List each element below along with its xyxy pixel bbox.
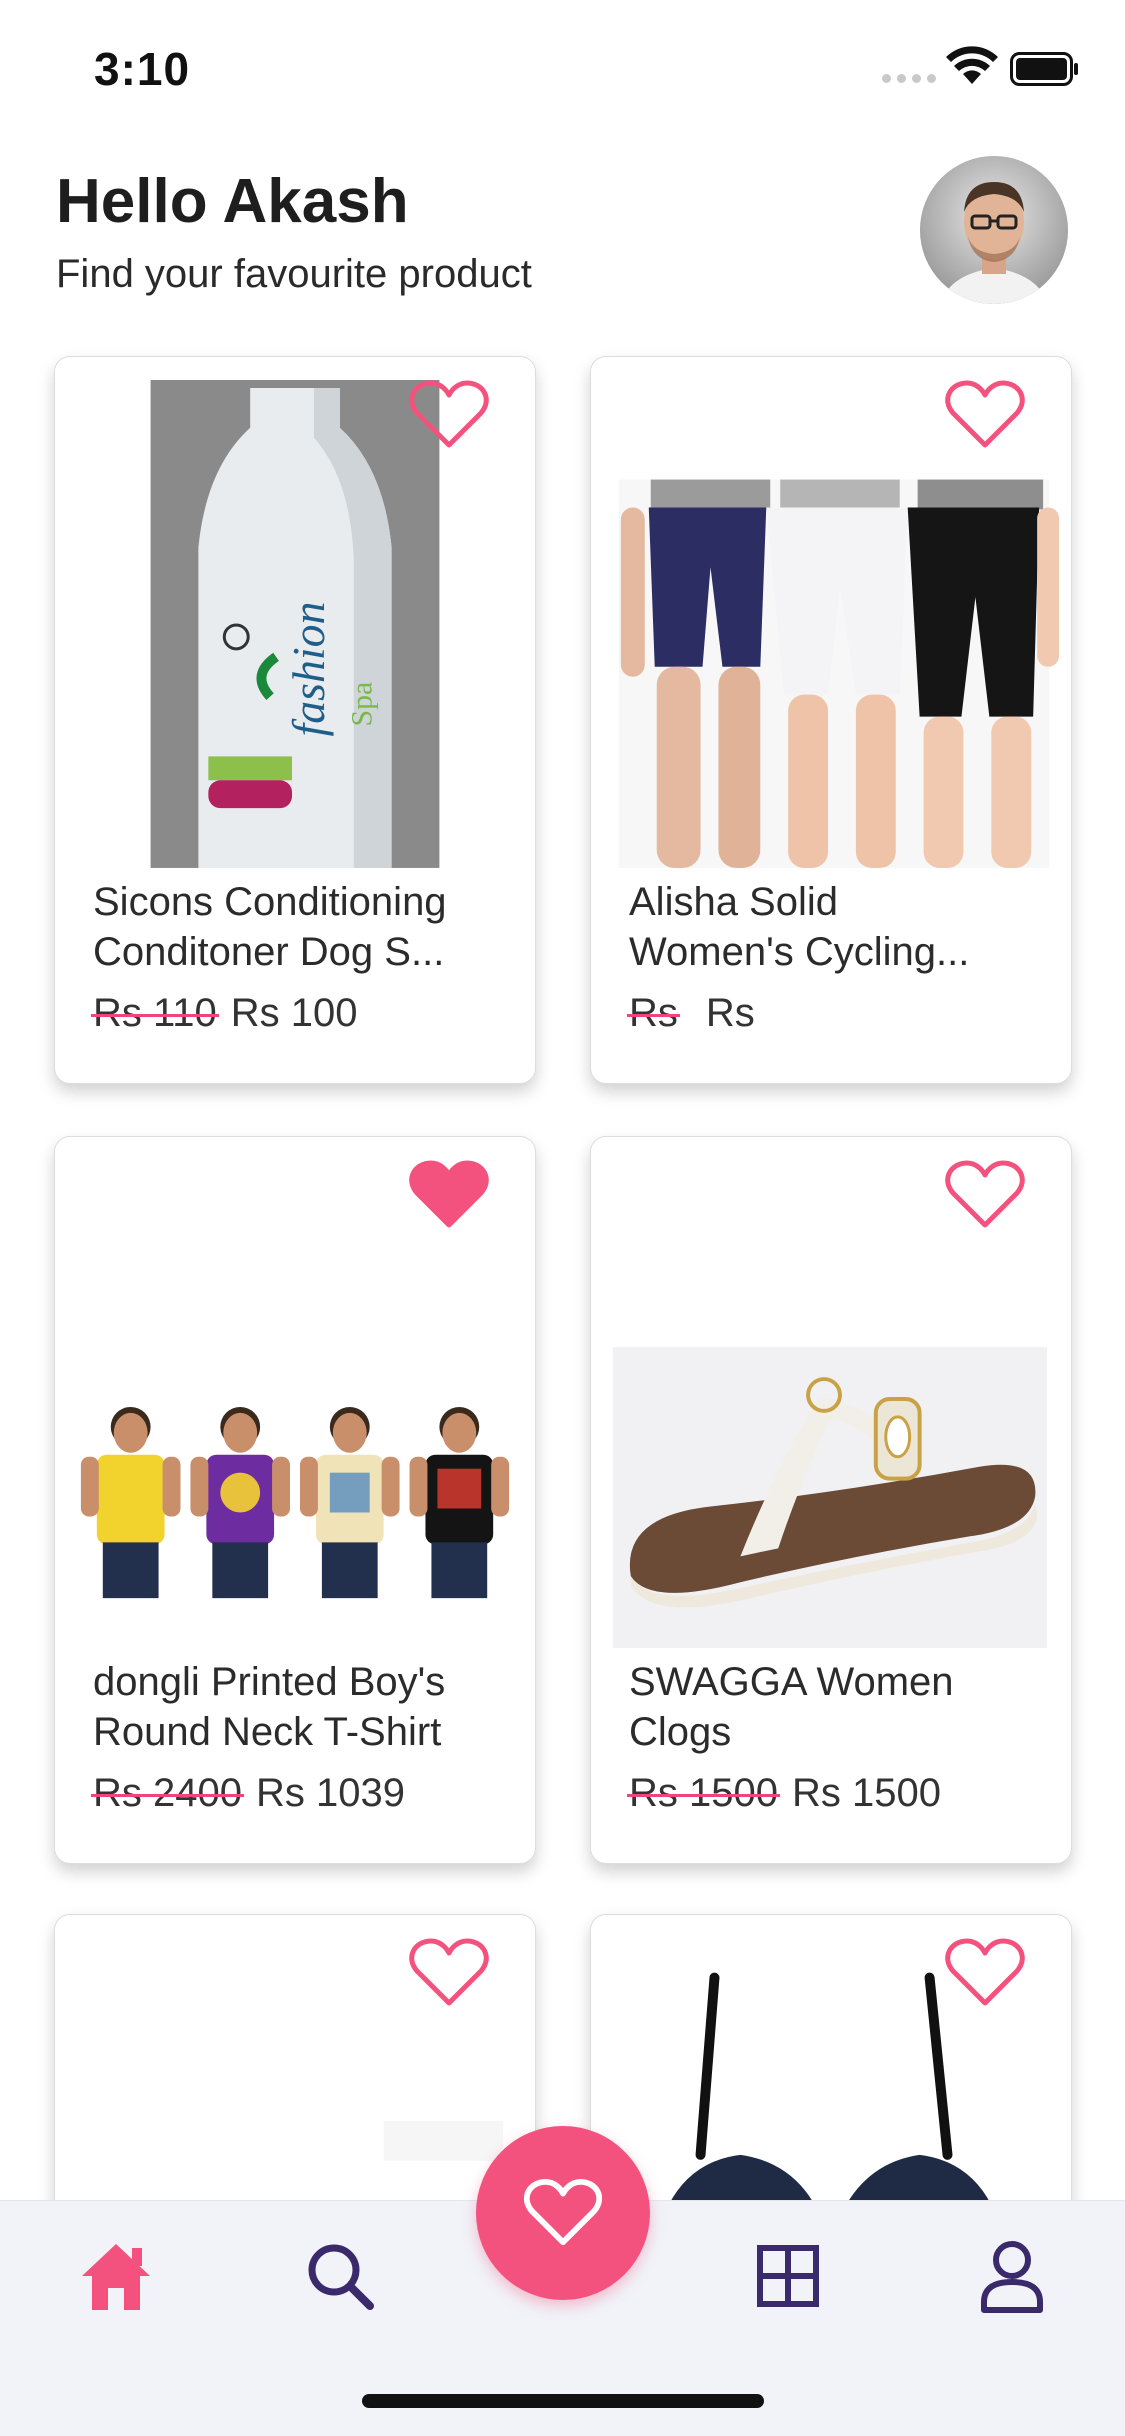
- price-row: Rs 1500 Rs 1500: [627, 1771, 941, 1816]
- greeting-subtitle: Find your favourite product: [56, 252, 532, 296]
- product-title-line: Women's Cycling...: [629, 930, 970, 974]
- favorite-heart-icon-filled[interactable]: [409, 1159, 489, 1231]
- sale-price: Rs 100: [230, 991, 358, 1035]
- sale-price: Rs 1500: [791, 1771, 941, 1815]
- svg-text:fashion: fashion: [283, 602, 334, 737]
- product-title: SWAGGA Women Clogs: [629, 1657, 1039, 1757]
- wifi-icon: [946, 46, 998, 84]
- sale-price: Rs 1039: [255, 1771, 405, 1815]
- greeting-title: Hello Akash: [56, 167, 409, 236]
- product-title-line: Conditoner Dog S...: [93, 930, 445, 974]
- favorite-heart-icon[interactable]: [409, 379, 489, 451]
- favorite-heart-icon[interactable]: [945, 1159, 1025, 1231]
- avatar-photo: [920, 156, 1068, 304]
- original-price: Rs 110: [91, 991, 219, 1035]
- product-title-line: Round Neck T-Shirt: [93, 1710, 442, 1754]
- heart-icon: [524, 2178, 602, 2246]
- product-card[interactable]: dongli Printed Boy's Round Neck T-Shirt …: [54, 1136, 536, 1864]
- price-row: Rs 110 Rs 100: [91, 991, 358, 1036]
- status-bar: 3:10: [0, 0, 1125, 140]
- product-title: dongli Printed Boy's Round Neck T-Shirt: [93, 1657, 503, 1757]
- product-title-line: Clogs: [629, 1710, 732, 1754]
- favorite-heart-icon[interactable]: [409, 1937, 489, 2009]
- product-title-line: Sicons Conditioning: [93, 880, 447, 924]
- original-price: Rs 2400: [91, 1771, 244, 1815]
- svg-text:Spa: Spa: [346, 682, 379, 727]
- product-title: Alisha Solid Women's Cycling...: [629, 877, 1039, 977]
- product-card[interactable]: fashion Spa Sicons Conditioning Conditon…: [54, 356, 536, 1084]
- home-indicator: [362, 2394, 764, 2408]
- product-title-line: dongli Printed Boy's: [93, 1660, 446, 1704]
- favorite-heart-icon[interactable]: [945, 379, 1025, 451]
- original-price: Rs: [627, 991, 680, 1035]
- original-price: Rs 1500: [627, 1771, 780, 1815]
- home-icon[interactable]: [76, 2236, 156, 2316]
- favorites-fab-button[interactable]: [476, 2126, 650, 2300]
- price-row: Rs Rs: [627, 991, 755, 1036]
- product-title-line: SWAGGA Women: [629, 1660, 954, 1704]
- avatar[interactable]: [920, 156, 1068, 304]
- grid-icon[interactable]: [748, 2236, 828, 2316]
- sale-price: Rs: [705, 991, 755, 1035]
- product-card[interactable]: Alisha Solid Women's Cycling... Rs Rs: [590, 356, 1072, 1084]
- battery-icon: [1010, 52, 1078, 86]
- product-title: Sicons Conditioning Conditoner Dog S...: [93, 877, 503, 977]
- price-row: Rs 2400 Rs 1039: [91, 1771, 405, 1816]
- product-card[interactable]: SWAGGA Women Clogs Rs 1500 Rs 1500: [590, 1136, 1072, 1864]
- search-icon[interactable]: [300, 2236, 380, 2316]
- profile-icon[interactable]: [972, 2236, 1052, 2316]
- product-title-line: Alisha Solid: [629, 880, 839, 924]
- favorite-heart-icon[interactable]: [945, 1937, 1025, 2009]
- status-time: 3:10: [94, 43, 191, 95]
- cellular-signal-icon: [882, 74, 936, 83]
